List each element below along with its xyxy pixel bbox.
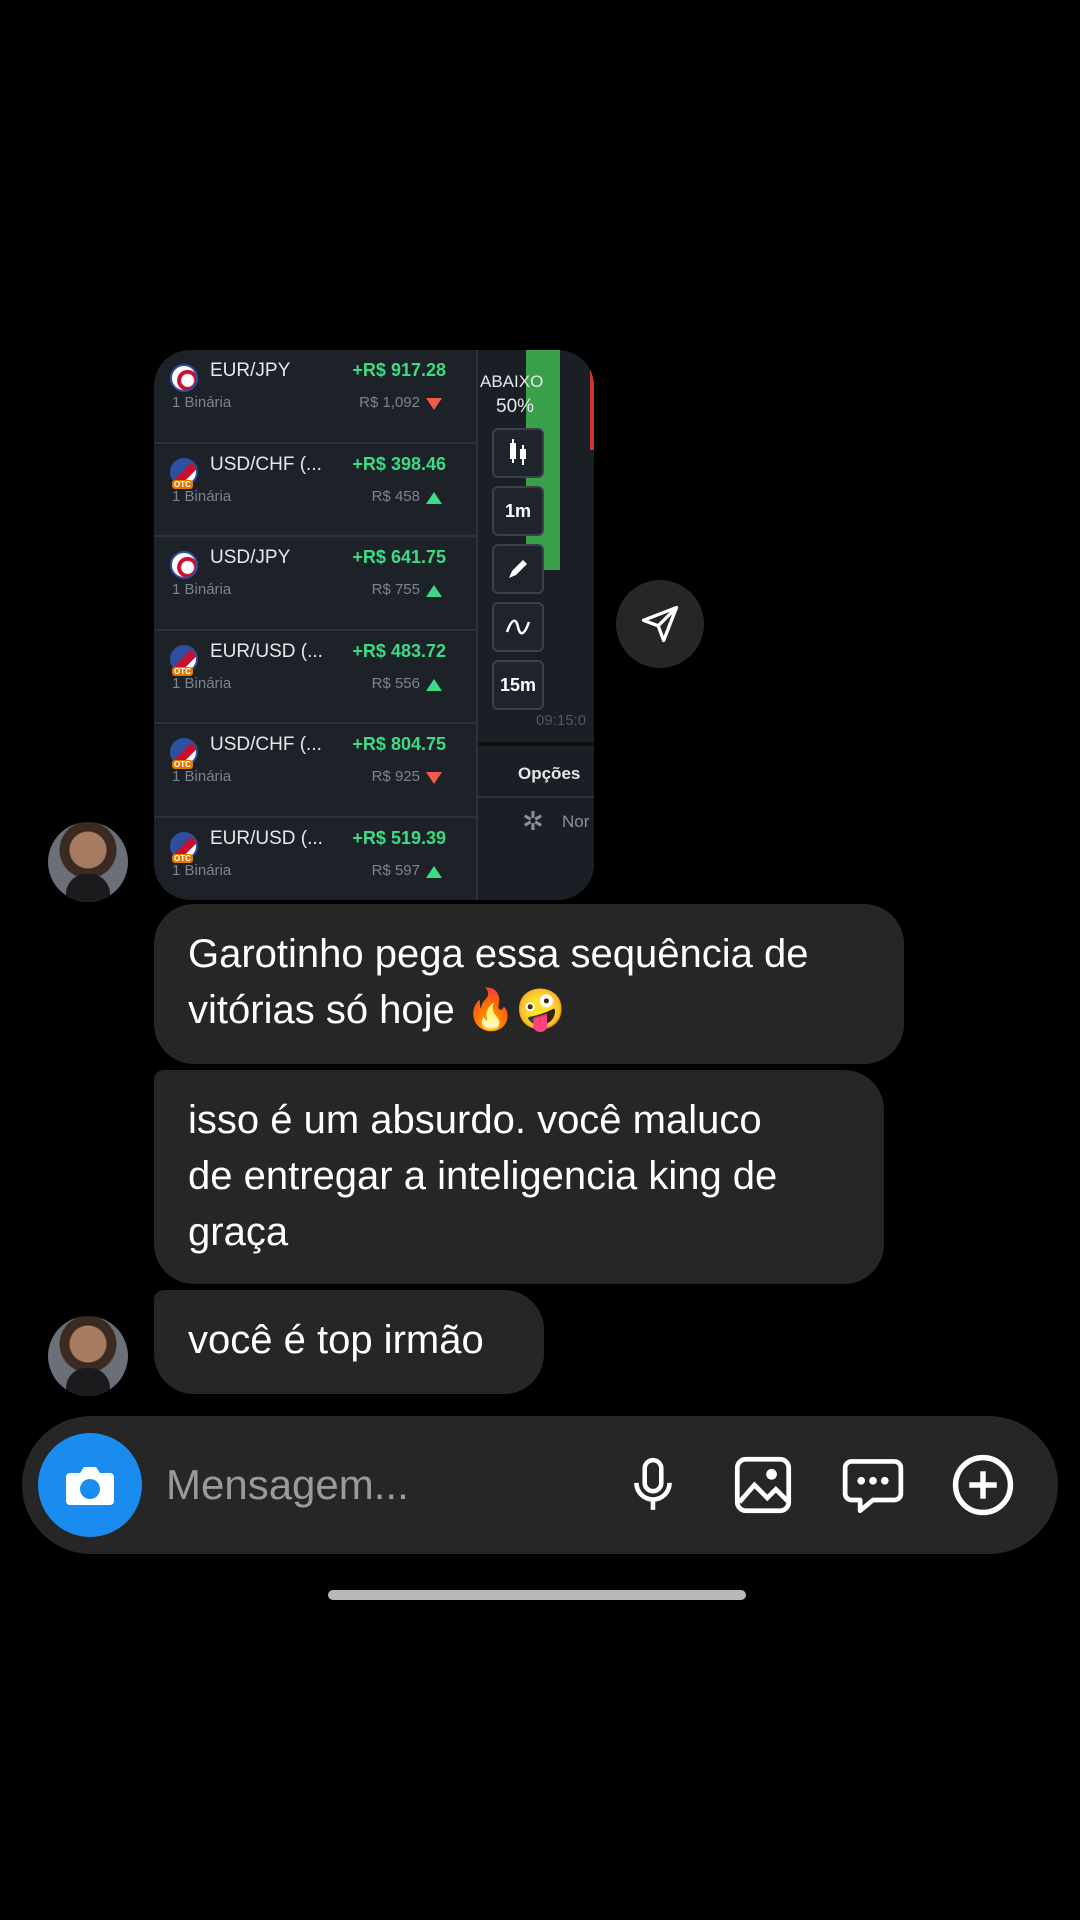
trade-side-panel: ABAIXO 50% 1m 15m 09:15:0 Opções ✲ Nor xyxy=(476,350,594,900)
trade-profit: +R$ 804.75 xyxy=(352,734,446,754)
interval-1m: 1m xyxy=(492,486,544,536)
percent-label: 50% xyxy=(496,396,535,417)
trade-profit: +R$ 519.39 xyxy=(352,827,446,848)
message-line: você é top irmão xyxy=(188,1318,484,1362)
trade-type: 1 Binária xyxy=(172,674,232,692)
message-line: de entregar a inteligencia king de xyxy=(188,1154,778,1198)
trade-pair: EUR/JPY xyxy=(210,360,291,381)
share-button[interactable] xyxy=(616,580,704,668)
trade-row: EUR/JPY 1 Binária +R$ 917.28 R$ 1,092 xyxy=(154,350,476,444)
camera-button[interactable] xyxy=(38,1433,142,1537)
message-line: vitórias só hoje 🔥🤪 xyxy=(188,988,566,1032)
pencil-icon xyxy=(492,544,544,594)
arrow-up-icon xyxy=(426,491,442,504)
options-divider xyxy=(478,796,594,798)
home-indicator[interactable] xyxy=(328,1590,746,1600)
message-line: isso é um absurdo. você maluco xyxy=(188,1098,762,1142)
trade-profit: +R$ 483.72 xyxy=(352,640,446,661)
arrow-up-icon xyxy=(426,678,442,691)
message-line: graça xyxy=(188,1210,289,1254)
chart-red-bar xyxy=(590,370,594,450)
trade-pair: USD/CHF (... xyxy=(210,453,322,475)
trade-type: 1 Binária xyxy=(172,861,232,879)
trade-amount: R$ 597 xyxy=(371,861,420,879)
trade-type: 1 Binária xyxy=(172,768,232,785)
trade-amount: R$ 755 xyxy=(371,581,420,598)
trade-profit: +R$ 398.46 xyxy=(352,453,446,474)
trade-pair: EUR/USD (... xyxy=(210,640,323,662)
sticker-chat-icon[interactable] xyxy=(840,1452,906,1518)
trade-row: USD/JPY 1 Binária +R$ 641.75 R$ 755 xyxy=(154,537,476,631)
trade-profit: +R$ 641.75 xyxy=(352,547,446,567)
trade-row: OTC EUR/USD (... 1 Binária +R$ 519.39 R$… xyxy=(154,818,476,901)
trade-amount: R$ 1,092 xyxy=(359,394,420,411)
chart-time: 09:15:0 xyxy=(536,712,587,729)
trade-pair: USD/JPY xyxy=(210,547,291,568)
trade-amount: R$ 458 xyxy=(371,487,420,505)
arrow-down-icon xyxy=(426,398,442,410)
gallery-icon[interactable] xyxy=(730,1452,796,1518)
message-bubble[interactable]: isso é um absurdo. você maluco de entreg… xyxy=(154,1070,884,1284)
trade-amount: R$ 925 xyxy=(371,768,420,785)
arrow-up-icon xyxy=(426,865,442,878)
trade-row: OTC EUR/USD (... 1 Binária +R$ 483.72 R$… xyxy=(154,631,476,724)
trade-row: OTC USD/CHF (... 1 Binária +R$ 804.75 R$… xyxy=(154,724,476,818)
trade-type: 1 Binária xyxy=(172,487,232,505)
gear-icon: ✲ xyxy=(522,806,544,836)
arrow-down-icon xyxy=(426,772,442,784)
trade-list: EUR/JPY 1 Binária +R$ 917.28 R$ 1,092 OT… xyxy=(154,350,476,900)
trade-amount: R$ 556 xyxy=(371,674,420,692)
panel-divider xyxy=(478,742,594,746)
arrow-up-icon xyxy=(426,585,442,597)
indicator-wave-icon xyxy=(492,602,544,652)
trade-pair: EUR/USD (... xyxy=(210,827,323,849)
trade-type: 1 Binária xyxy=(172,581,232,598)
trade-row: OTC USD/CHF (... 1 Binária +R$ 398.46 R$… xyxy=(154,444,476,537)
currency-flag-icon xyxy=(170,551,198,579)
below-label: ABAIXO xyxy=(480,372,544,391)
avatar[interactable] xyxy=(48,822,128,902)
microphone-icon[interactable] xyxy=(620,1452,686,1518)
add-icon[interactable] xyxy=(950,1452,1016,1518)
message-bubble[interactable]: você é top irmão xyxy=(154,1290,544,1394)
avatar[interactable] xyxy=(48,1316,128,1396)
trade-pair: USD/CHF (... xyxy=(210,734,322,755)
trade-profit: +R$ 917.28 xyxy=(352,360,446,380)
candles-icon xyxy=(492,428,544,478)
shared-image[interactable]: EUR/JPY 1 Binária +R$ 917.28 R$ 1,092 OT… xyxy=(154,350,594,900)
interval-15m: 15m xyxy=(492,660,544,710)
camera-icon xyxy=(66,1467,114,1505)
currency-flag-icon xyxy=(170,364,198,392)
message-line: Garotinho pega essa sequência de xyxy=(188,932,809,976)
message-composer xyxy=(22,1416,1058,1554)
message-input[interactable] xyxy=(166,1456,626,1514)
option-partial-label: Nor xyxy=(562,812,590,831)
message-bubble[interactable]: Garotinho pega essa sequência de vitória… xyxy=(154,904,904,1064)
trade-type: 1 Binária xyxy=(172,394,232,411)
options-label: Opções xyxy=(518,764,581,783)
paper-plane-icon xyxy=(641,605,679,643)
